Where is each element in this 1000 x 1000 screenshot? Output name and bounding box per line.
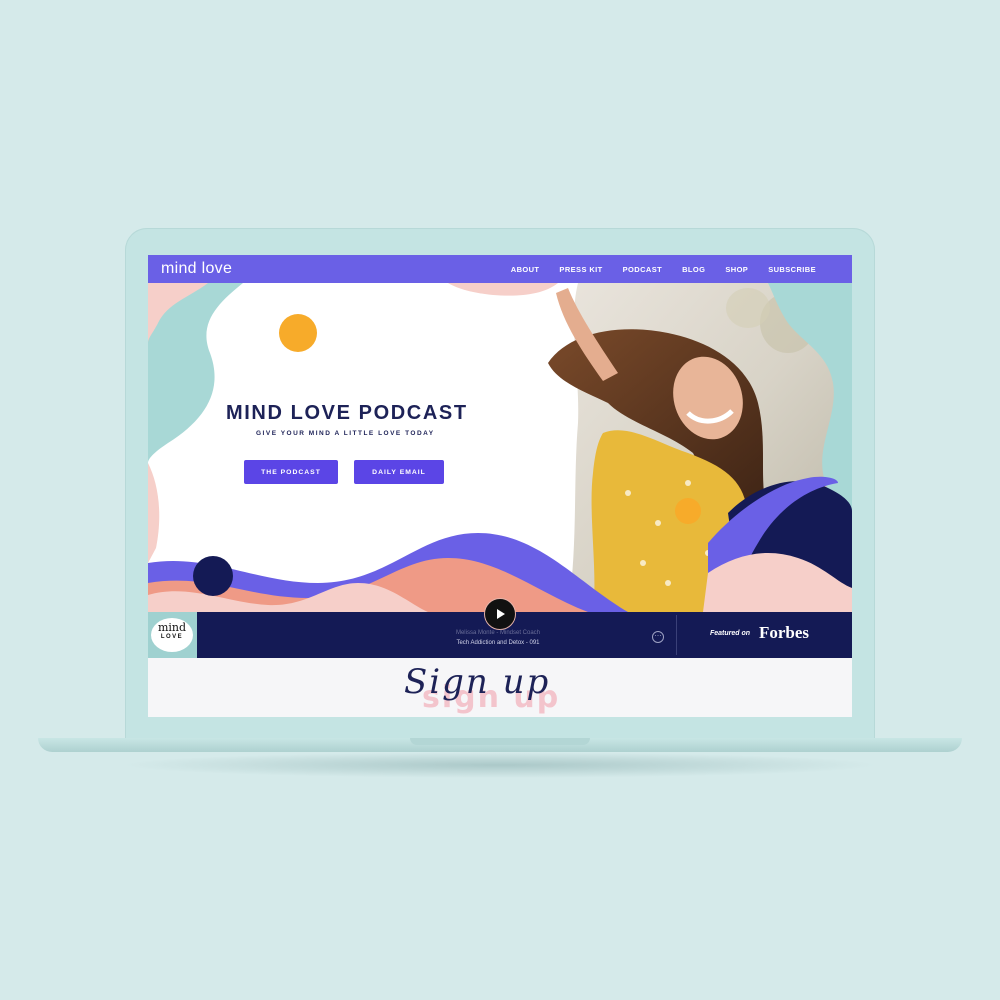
nav-item-subscribe[interactable]: SUBSCRIBE [768,265,816,274]
more-options-icon[interactable]: ⋯ [652,631,664,643]
nav-item-shop[interactable]: SHOP [725,265,748,274]
hero-background-art [148,283,852,612]
yellow-dot-left [279,314,317,352]
signup-heading[interactable]: Sign up [404,662,550,702]
hero-title: MIND LOVE PODCAST [226,402,468,424]
play-icon [497,609,505,619]
play-button[interactable] [484,598,516,630]
thumb-mind-text: mind [157,621,187,634]
signup-section: sign up Sign up [148,658,852,717]
laptop-notch [410,738,590,745]
nav-item-press-kit[interactable]: PRESS KIT [559,265,602,274]
hero-subtitle: GIVE YOUR MIND A LITTLE LOVE TODAY [256,430,435,437]
player-divider [676,615,677,655]
laptop-screen: mind love ABOUT PRESS KIT PODCAST BLOG S… [148,255,852,717]
pink-strip-left [148,463,160,563]
hero-section: MIND LOVE PODCAST GIVE YOUR MIND A LITTL… [148,283,852,612]
daily-email-button[interactable]: DAILY EMAIL [354,460,444,484]
nav-item-podcast[interactable]: PODCAST [623,265,662,274]
nav-item-blog[interactable]: BLOG [682,265,705,274]
yellow-dot-right [675,498,701,524]
navy-dot-left [193,556,233,596]
thumb-love-text: LOVE [160,634,184,640]
navbar: mind love ABOUT PRESS KIT PODCAST BLOG S… [148,255,852,283]
site-logo[interactable]: mind love [161,260,232,278]
forbes-logo: Forbes [759,623,810,642]
mind-love-badge: mind LOVE [151,618,193,652]
podcast-player: mind LOVE Melissa Monte - Mindset Coach … [148,598,852,658]
laptop-shadow [120,752,880,778]
the-podcast-button[interactable]: THE PODCAST [244,460,338,484]
featured-on-label: Featured on [710,630,751,637]
episode-thumbnail[interactable]: mind LOVE [148,612,197,658]
episode-artist: Melissa Monte - Mindset Coach [455,630,541,636]
pink-blob-top [448,283,558,296]
episode-title: Tech Addiction and Detox - 091 [456,640,540,646]
nav-item-about[interactable]: ABOUT [511,265,540,274]
nav-links: ABOUT PRESS KIT PODCAST BLOG SHOP SUBSCR… [491,265,816,274]
